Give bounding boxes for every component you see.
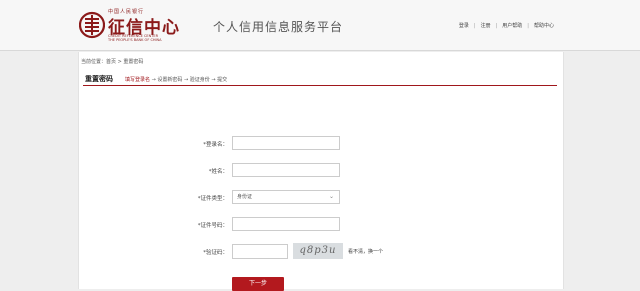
- id-number-label: *证件号码：: [197, 223, 228, 229]
- id-number-input[interactable]: [232, 217, 340, 231]
- breadcrumb: 当前位置：首页 > 重置密码: [81, 59, 144, 65]
- nav-login-link[interactable]: 登录: [459, 23, 469, 29]
- id-type-label: *证件类型：: [197, 196, 228, 202]
- page-title: 重置密码: [85, 75, 113, 83]
- nav-separator: |: [473, 23, 476, 29]
- logo-english-line2: THE PEOPLE'S BANK OF CHINA: [108, 38, 162, 42]
- captcha-refresh-link[interactable]: 看不清，换一个: [348, 248, 383, 255]
- login-name-input[interactable]: [232, 136, 340, 150]
- id-type-selected-value: 身份证: [237, 194, 253, 200]
- captcha-image[interactable]: q8p3u: [293, 243, 343, 259]
- step-current: 填写登录名: [125, 77, 151, 83]
- name-label: *姓名：: [208, 169, 228, 175]
- nav-help-center-link[interactable]: 帮助中心: [534, 23, 554, 29]
- nav-register-link[interactable]: 注册: [481, 23, 491, 29]
- step-remaining: → 设置新密码 → 验证身份 → 提交: [150, 77, 228, 83]
- progress-steps: 填写登录名 → 设置新密码 → 验证身份 → 提交: [125, 76, 227, 83]
- captcha-input[interactable]: [232, 244, 288, 259]
- title-divider: [83, 85, 557, 86]
- site-header: 中国人民银行 征信中心 CREDIT REFERENCE CENTER THE …: [0, 0, 640, 51]
- name-input[interactable]: [232, 163, 340, 177]
- login-name-label: *登录名：: [203, 142, 228, 148]
- captcha-label: *验证码：: [203, 250, 228, 256]
- site-title: 个人信用信息服务平台: [213, 20, 344, 34]
- nav-separator: |: [495, 23, 498, 29]
- id-type-select[interactable]: 身份证 ⌄: [232, 190, 340, 204]
- main-content: 当前位置：首页 > 重置密码 重置密码 填写登录名 → 设置新密码 → 验证身份…: [78, 52, 564, 291]
- top-navigation: 登录 | 注册 | 用户帮助 | 帮助中心: [459, 22, 554, 29]
- nav-user-help-link[interactable]: 用户帮助: [502, 23, 522, 29]
- chevron-down-icon: ⌄: [328, 193, 334, 200]
- credit-center-logo-icon: [79, 11, 105, 39]
- nav-separator: |: [527, 23, 529, 29]
